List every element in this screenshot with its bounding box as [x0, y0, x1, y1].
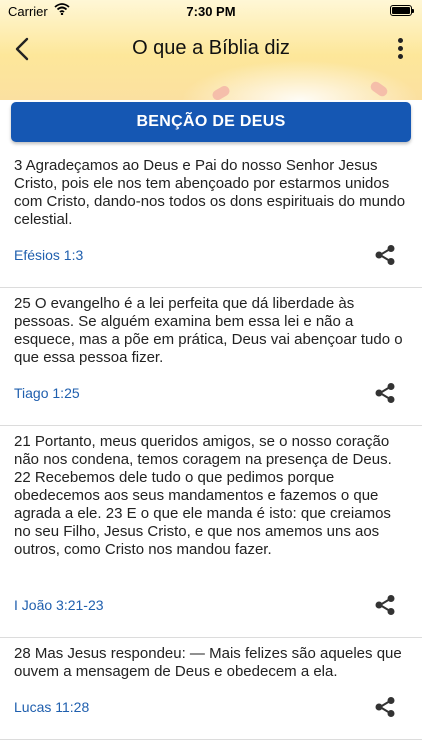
back-button[interactable]	[8, 34, 38, 64]
verse-card: 25 O evangelho é a lei perfeita que dá l…	[0, 288, 422, 426]
share-icon	[375, 595, 395, 615]
status-time: 7:30 PM	[186, 4, 236, 19]
share-button[interactable]	[374, 594, 396, 616]
share-icon	[375, 245, 395, 265]
verse-text: 3 Agradeçamos ao Deus e Pai do nosso Sen…	[14, 157, 406, 228]
battery-icon	[390, 5, 414, 16]
share-button[interactable]	[374, 382, 396, 404]
navigation-bar: O que a Bíblia diz	[0, 24, 422, 74]
verse-list: 3 Agradeçamos ao Deus e Pai do nosso Sen…	[0, 150, 422, 740]
verse-card: 21 Portanto, meus queridos amigos, se o …	[0, 426, 422, 638]
verse-text: 25 O evangelho é a lei perfeita que dá l…	[14, 295, 403, 366]
verse-text: 28 Mas Jesus respondeu: — Mais felizes s…	[14, 645, 402, 680]
page-title: O que a Bíblia diz	[132, 37, 290, 59]
verse-reference[interactable]: I João 3:21-23	[14, 597, 104, 613]
share-icon	[375, 697, 395, 717]
more-vertical-icon	[390, 38, 410, 59]
verse-text: 21 Portanto, meus queridos amigos, se o …	[14, 433, 392, 558]
verse-reference[interactable]: Tiago 1:25	[14, 385, 80, 401]
share-icon	[375, 383, 395, 403]
verse-reference[interactable]: Lucas 11:28	[14, 699, 89, 715]
more-options-button[interactable]	[390, 36, 410, 64]
verse-card: 3 Agradeçamos ao Deus e Pai do nosso Sen…	[0, 150, 422, 288]
share-button[interactable]	[374, 244, 396, 266]
status-bar: Carrier 7:30 PM	[0, 0, 422, 22]
share-button[interactable]	[374, 696, 396, 718]
section-title-button[interactable]: BENÇÃO DE DEUS	[11, 102, 411, 142]
verse-card: 28 Mas Jesus respondeu: — Mais felizes s…	[0, 638, 422, 740]
verse-reference[interactable]: Efésios 1:3	[14, 247, 83, 263]
chevron-left-icon	[15, 37, 29, 61]
